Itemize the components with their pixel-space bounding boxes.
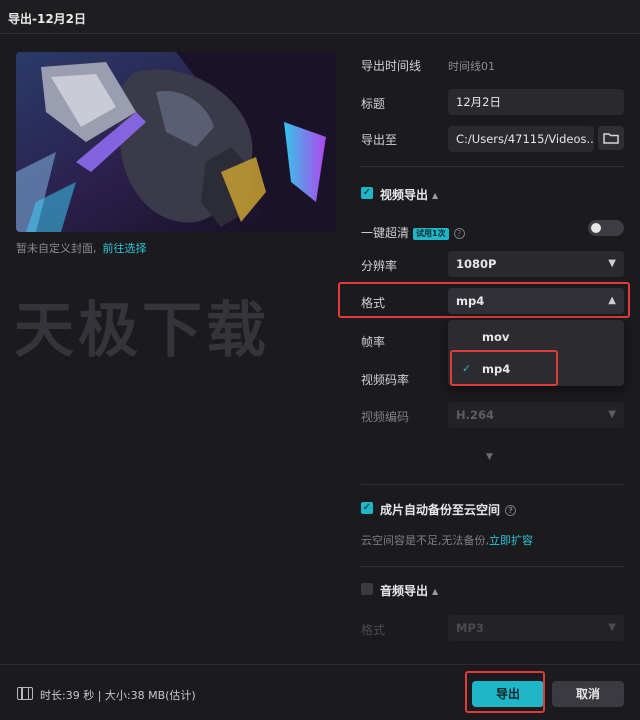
audio-format-value: MP3 [456,621,484,635]
export-path-input[interactable]: C:/Users/47115/Videos... [448,126,594,152]
option-label: mp4 [482,362,511,376]
enhance-row: 一键超清 试用1次? [361,224,465,241]
timeline-value: 时间线01 [448,60,495,73]
divider [361,566,624,567]
cloud-note: 云空间容是不足,无法备份,立即扩容 [361,532,533,548]
title-label: 标题 [361,97,386,111]
choose-cover-link[interactable]: 前往选择 [103,242,147,255]
toggle-knob [591,223,601,233]
audio-export-label: 音频导出 [380,584,429,598]
cover-hint-text: 暂未自定义封面, [16,242,97,255]
format-label: 格式 [361,296,386,310]
audio-format-label: 格式 [361,623,386,637]
resolution-value: 1080P [456,257,497,271]
video-preview[interactable] [16,52,336,232]
audio-export-checkbox[interactable] [361,583,373,595]
checkmark-icon: ✓ [462,362,472,375]
expand-storage-link[interactable]: 立即扩容 [489,534,533,547]
chevron-up-icon: ▲ [608,295,616,306]
export-to-label: 导出至 [361,133,398,147]
film-icon [17,687,33,700]
footer-bar: 时长:39 秒 | 大小:38 MB(估计) [0,664,640,720]
fps-label: 帧率 [361,335,386,349]
help-icon[interactable]: ? [505,505,517,516]
browse-folder-button[interactable] [598,126,624,150]
expand-more-icon[interactable]: ▼ [486,452,493,462]
export-info: 时长:39 秒 | 大小:38 MB(估计) [40,689,196,702]
enhance-toggle[interactable] [588,220,624,236]
chevron-down-icon: ▼ [608,258,616,269]
format-select[interactable]: mp4 ▲ [448,288,624,314]
video-export-title: 视频导出 ▲ [380,186,438,203]
title-bar: 导出-12月2日 [0,0,640,34]
codec-value: H.264 [456,408,494,422]
cover-hint: 暂未自定义封面, 前往选择 [16,240,147,256]
cloud-backup-title: 成片自动备份至云空间? [380,501,517,518]
resolution-label: 分辨率 [361,259,398,273]
export-button[interactable]: 导出 [472,681,544,707]
collapse-icon[interactable]: ▲ [432,191,438,200]
audio-export-title: 音频导出 ▲ [380,582,438,599]
format-dropdown-menu: mov ✓ mp4 [448,320,624,386]
option-label: mov [482,330,510,344]
video-export-label: 视频导出 [380,188,429,202]
chevron-down-icon: ▼ [608,622,616,633]
format-value: mp4 [456,294,485,308]
folder-icon [603,133,619,144]
cloud-note-text: 云空间容是不足,无法备份, [361,534,489,547]
window-title: 导出-12月2日 [8,12,87,26]
preview-image [16,52,336,232]
audio-format-select: MP3 ▼ [448,615,624,641]
collapse-icon[interactable]: ▲ [432,587,438,596]
trial-badge: 试用1次 [413,227,449,240]
cloud-backup-label: 成片自动备份至云空间 [380,503,501,517]
title-input[interactable]: 12月2日 [448,89,624,115]
codec-label: 视频编码 [361,410,410,424]
cloud-backup-checkbox[interactable]: ✓ [361,502,373,514]
divider [361,484,624,485]
format-option-mov[interactable]: mov [448,322,624,352]
cancel-button[interactable]: 取消 [552,681,624,707]
help-icon[interactable]: ? [453,228,465,239]
codec-select: H.264 ▼ [448,402,624,428]
format-option-mp4[interactable]: ✓ mp4 [448,354,624,384]
watermark: 天极下载 [14,296,270,366]
divider [361,166,624,167]
video-export-checkbox[interactable]: ✓ [361,187,373,199]
chevron-down-icon: ▼ [608,409,616,420]
enhance-label: 一键超清 [361,226,410,240]
resolution-select[interactable]: 1080P ▼ [448,251,624,277]
bitrate-label: 视频码率 [361,373,410,387]
timeline-label: 导出时间线 [361,59,422,73]
